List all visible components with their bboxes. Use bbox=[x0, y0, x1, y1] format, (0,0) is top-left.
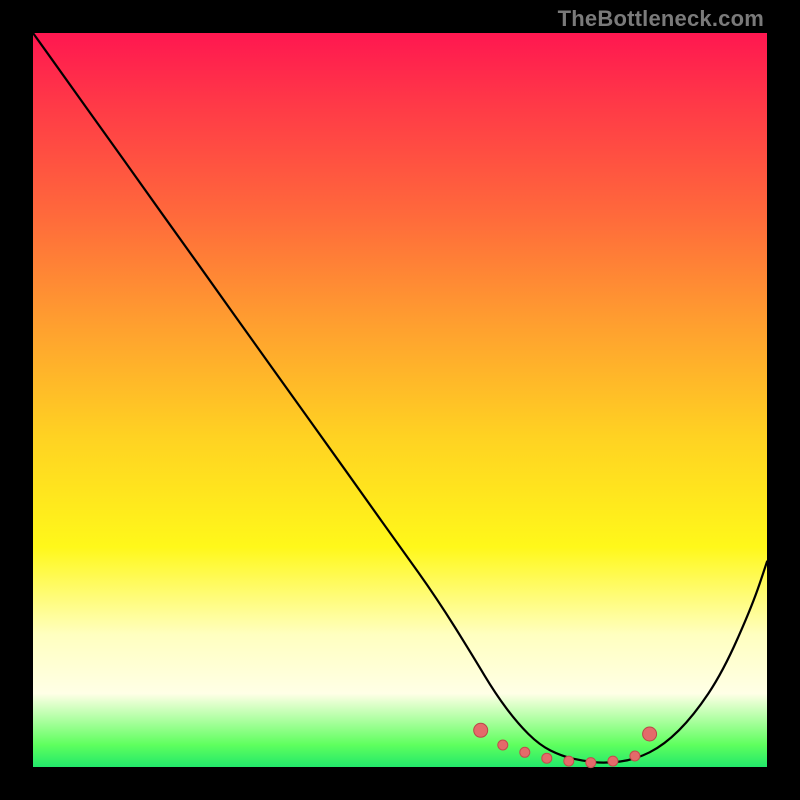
chart-stage: TheBottleneck.com bbox=[0, 0, 800, 800]
curve-marker bbox=[498, 740, 508, 750]
bottleneck-curve bbox=[33, 33, 767, 763]
curve-marker bbox=[630, 751, 640, 761]
curve-marker bbox=[586, 758, 596, 768]
curve-marker bbox=[474, 723, 488, 737]
curve-marker bbox=[564, 756, 574, 766]
curve-marker bbox=[520, 747, 530, 757]
curve-marker bbox=[643, 727, 657, 741]
curve-marker bbox=[542, 753, 552, 763]
watermark-text: TheBottleneck.com bbox=[558, 6, 764, 32]
curve-svg bbox=[33, 33, 767, 767]
plot-area bbox=[33, 33, 767, 767]
curve-marker bbox=[608, 756, 618, 766]
